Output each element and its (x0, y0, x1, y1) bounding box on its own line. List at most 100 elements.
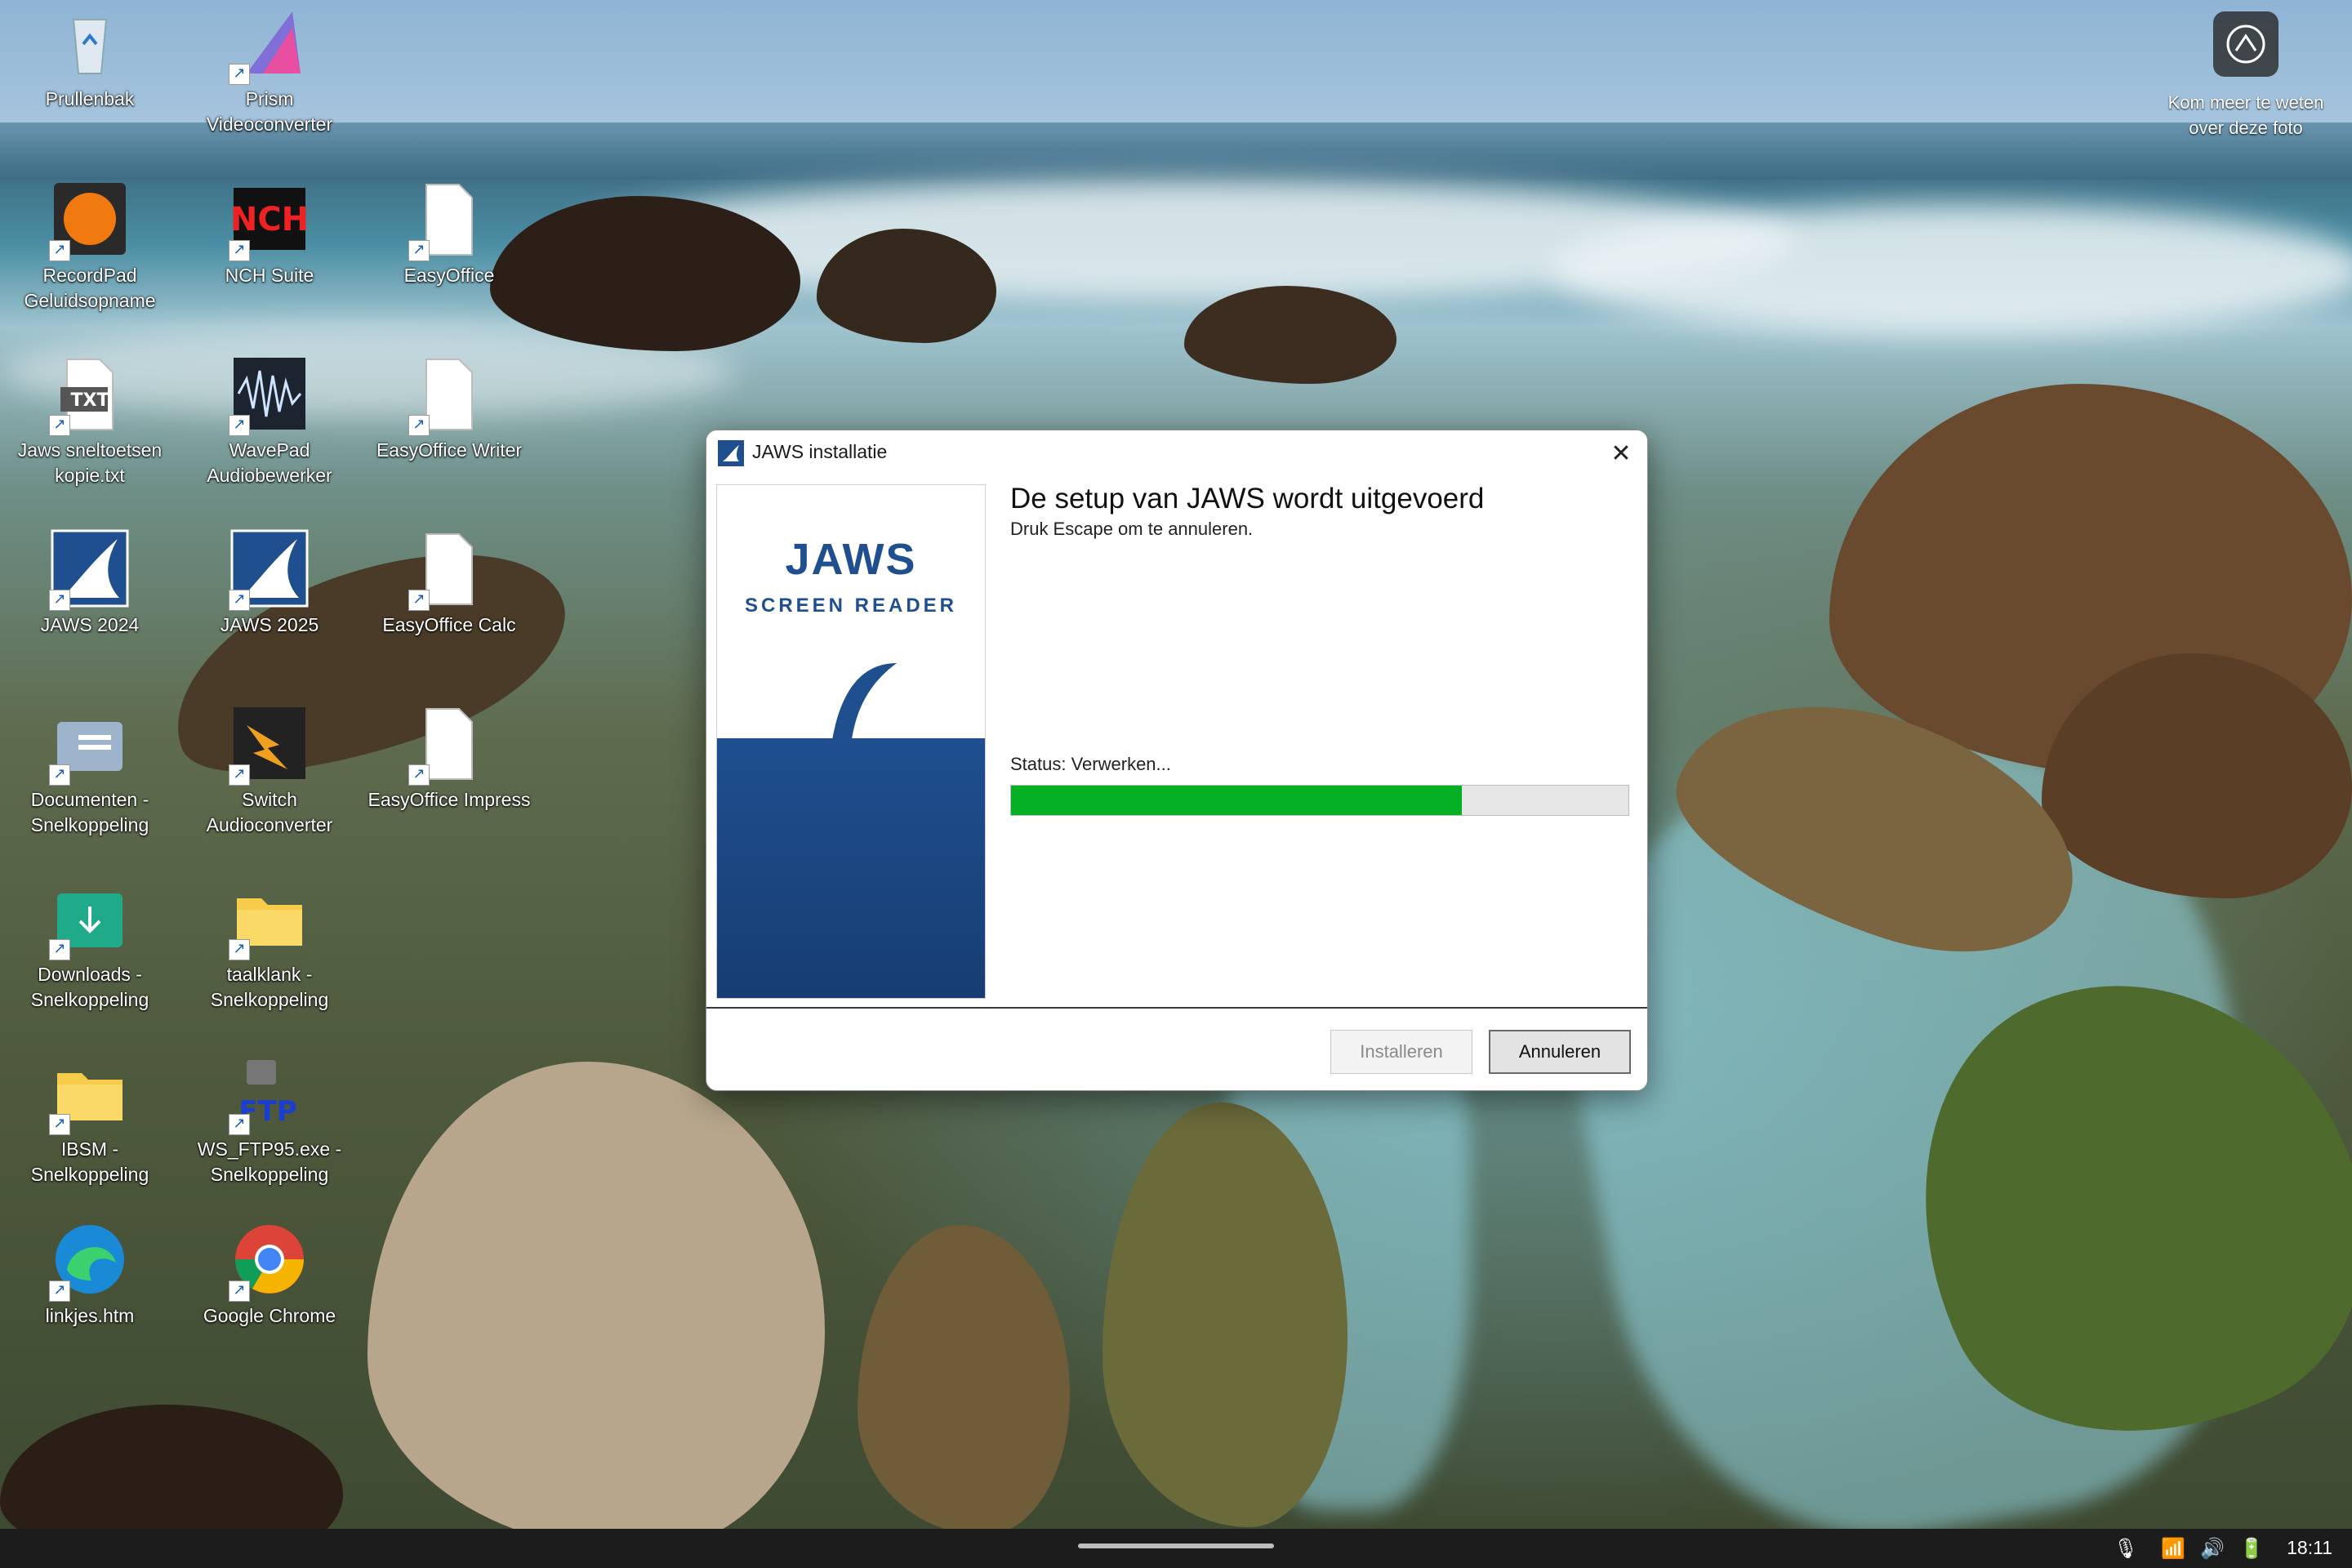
gesture-handle[interactable] (1078, 1544, 1274, 1548)
documents-folder-icon[interactable]: ↗ (49, 704, 129, 786)
wavepad-icon[interactable]: ↗ (229, 354, 309, 436)
desktop-icon-label[interactable]: Switch Audioconverter (180, 787, 359, 838)
jaws-icon[interactable]: ↗ (49, 529, 129, 611)
camera-icon[interactable] (2213, 11, 2278, 77)
shortcut-arrow-icon: ↗ (49, 590, 70, 611)
status-text: Status: Verwerken... (1010, 754, 1171, 774)
desktop-icon[interactable]: ↗ EasyOffice Writer (359, 354, 539, 463)
desktop-icon[interactable]: ↗ WavePad Audiobewerker (180, 354, 359, 488)
shortcut-arrow-icon: ↗ (408, 415, 430, 436)
desktop-icon[interactable]: TXT ↗ Jaws sneltoetsen kopie.txt (0, 354, 180, 488)
folder-icon[interactable]: ↗ (49, 1054, 129, 1135)
desktop-icon-label[interactable]: WS_FTP95.exe - Snelkoppeling (180, 1137, 359, 1187)
desktop-icon-label[interactable]: Google Chrome (180, 1303, 359, 1329)
desktop-icon[interactable]: ↗ Downloads - Snelkoppeling (0, 879, 180, 1013)
chrome-icon[interactable]: ↗ (229, 1220, 309, 1302)
desktop-icon-label[interactable]: WavePad Audiobewerker (180, 438, 359, 488)
volume-icon[interactable]: 🔊 (2200, 1537, 2225, 1560)
document-icon[interactable]: ↗ (408, 704, 488, 786)
desktop-icon-label[interactable]: taalklank - Snelkoppeling (180, 962, 359, 1013)
shortcut-arrow-icon: ↗ (408, 240, 430, 261)
shortcut-arrow-icon: ↗ (229, 1114, 250, 1135)
shortcut-arrow-icon: ↗ (49, 415, 70, 436)
desktop-icon[interactable]: ↗ Google Chrome (180, 1220, 359, 1329)
clock[interactable]: 18:11 (2287, 1537, 2332, 1559)
shortcut-arrow-icon: ↗ (229, 64, 250, 85)
desktop-icon[interactable]: ↗ RecordPad Geluidsopname (0, 180, 180, 314)
desktop-icon-label[interactable]: Downloads - Snelkoppeling (0, 962, 180, 1013)
document-icon[interactable]: ↗ (408, 354, 488, 436)
shortcut-arrow-icon: ↗ (49, 1114, 70, 1135)
banner-title: JAWS (785, 535, 917, 584)
txt-file-icon[interactable]: TXT ↗ (49, 354, 129, 436)
jaws-installer-dialog: JAWS installatie ✕ JAWS SCREEN READER De… (706, 430, 1648, 1091)
desktop-icon[interactable]: ↗ Documenten - Snelkoppeling (0, 704, 180, 838)
banner-sea (717, 738, 985, 998)
banner-subtitle: SCREEN READER (744, 595, 958, 617)
shortcut-arrow-icon: ↗ (408, 764, 430, 786)
desktop-icon-label[interactable]: EasyOffice (359, 263, 539, 288)
microphone-icon[interactable]: 🎙 (2114, 1537, 2138, 1560)
document-icon[interactable]: ↗ (408, 180, 488, 261)
desktop-icon[interactable]: ↗ linkjes.htm (0, 1220, 180, 1329)
shortcut-arrow-icon: ↗ (49, 764, 70, 786)
desktop-icon[interactable]: ↗ JAWS 2025 (180, 529, 359, 638)
dialog-title: JAWS installatie (752, 441, 888, 462)
desktop-icon-label[interactable]: linkjes.htm (0, 1303, 180, 1329)
install-button[interactable]: Installeren (1330, 1030, 1472, 1074)
desktop-icon-label[interactable]: EasyOffice Calc (359, 612, 539, 638)
desktop-icon[interactable]: Prullenbak (0, 3, 180, 112)
desktop-icon[interactable]: ↗ EasyOffice Impress (359, 704, 539, 813)
wifi-icon[interactable]: 📶 (2161, 1537, 2185, 1560)
folder-icon[interactable]: ↗ (229, 879, 309, 960)
desktop-icon[interactable]: ↗ taalklank - Snelkoppeling (180, 879, 359, 1013)
prism-icon[interactable]: ↗ (229, 3, 309, 85)
switch-icon[interactable]: ↗ (229, 704, 309, 786)
desktop-icon[interactable]: FTPFTP↗WS_FTP95.exe - Snelkoppeling (180, 1054, 359, 1187)
shark-fin-icon (831, 663, 897, 745)
desktop-icon-label[interactable]: JAWS 2025 (180, 612, 359, 638)
document-icon[interactable]: ↗ (408, 529, 488, 611)
desktop-icon[interactable]: ↗ Prism Videoconverter (180, 3, 359, 137)
taskbar: 🎙 📶 🔊 🔋 18:11 (0, 1529, 2352, 1568)
photo-info-widget[interactable]: Kom meer te weten over deze foto (2140, 11, 2352, 140)
desktop-icon-label[interactable]: RecordPad Geluidsopname (0, 263, 180, 314)
shortcut-arrow-icon: ↗ (229, 764, 250, 786)
jaws-app-icon (718, 440, 744, 466)
icon-badge: TXT (70, 390, 109, 411)
desktop-icon[interactable]: ↗ EasyOffice (359, 180, 539, 288)
shortcut-arrow-icon: ↗ (49, 240, 70, 261)
shortcut-arrow-icon: ↗ (229, 939, 250, 960)
desktop-icon[interactable]: ↗ JAWS 2024 (0, 529, 180, 638)
desktop-icon-label[interactable]: IBSM - Snelkoppeling (0, 1137, 180, 1187)
photo-info-label[interactable]: Kom meer te weten over deze foto (2140, 90, 2352, 140)
desktop-icon-label[interactable]: Jaws sneltoetsen kopie.txt (0, 438, 180, 488)
recordpad-icon[interactable]: ↗ (49, 180, 129, 261)
desktop-icon-label[interactable]: JAWS 2024 (0, 612, 180, 638)
dialog-subheading: Druk Escape om te annuleren. (1010, 519, 1254, 539)
title-bar[interactable]: JAWS installatie ✕ (706, 430, 1647, 476)
separator (706, 1007, 1647, 1009)
desktop-icon-label[interactable]: Documenten - Snelkoppeling (0, 787, 180, 838)
nch-icon[interactable]: NCH ↗ (229, 180, 309, 261)
shortcut-arrow-icon: ↗ (229, 415, 250, 436)
battery-icon[interactable]: 🔋 (2239, 1537, 2264, 1560)
desktop-icon-label[interactable]: Prullenbak (0, 87, 180, 112)
desktop-icon[interactable]: ↗ Switch Audioconverter (180, 704, 359, 838)
downloads-folder-icon[interactable]: ↗ (49, 879, 129, 960)
close-button[interactable]: ✕ (1595, 430, 1647, 476)
desktop-icon[interactable]: NCH ↗ NCH Suite (180, 180, 359, 288)
desktop-icon-label[interactable]: NCH Suite (180, 263, 359, 288)
desktop-icon[interactable]: ↗ EasyOffice Calc (359, 529, 539, 638)
desktop-icon[interactable]: ↗ IBSM - Snelkoppeling (0, 1054, 180, 1187)
desktop-icon-label[interactable]: Prism Videoconverter (180, 87, 359, 137)
desktop-icon-label[interactable]: EasyOffice Writer (359, 438, 539, 463)
shortcut-arrow-icon: ↗ (229, 1281, 250, 1302)
edge-icon[interactable]: ↗ (49, 1220, 129, 1302)
recycle-bin-icon[interactable] (51, 3, 129, 82)
ftp-icon[interactable]: FTPFTP↗ (229, 1054, 309, 1135)
cancel-button[interactable]: Annuleren (1489, 1030, 1631, 1074)
shortcut-arrow-icon: ↗ (49, 1281, 70, 1302)
jaws-icon[interactable]: ↗ (229, 529, 309, 611)
desktop-icon-label[interactable]: EasyOffice Impress (359, 787, 539, 813)
